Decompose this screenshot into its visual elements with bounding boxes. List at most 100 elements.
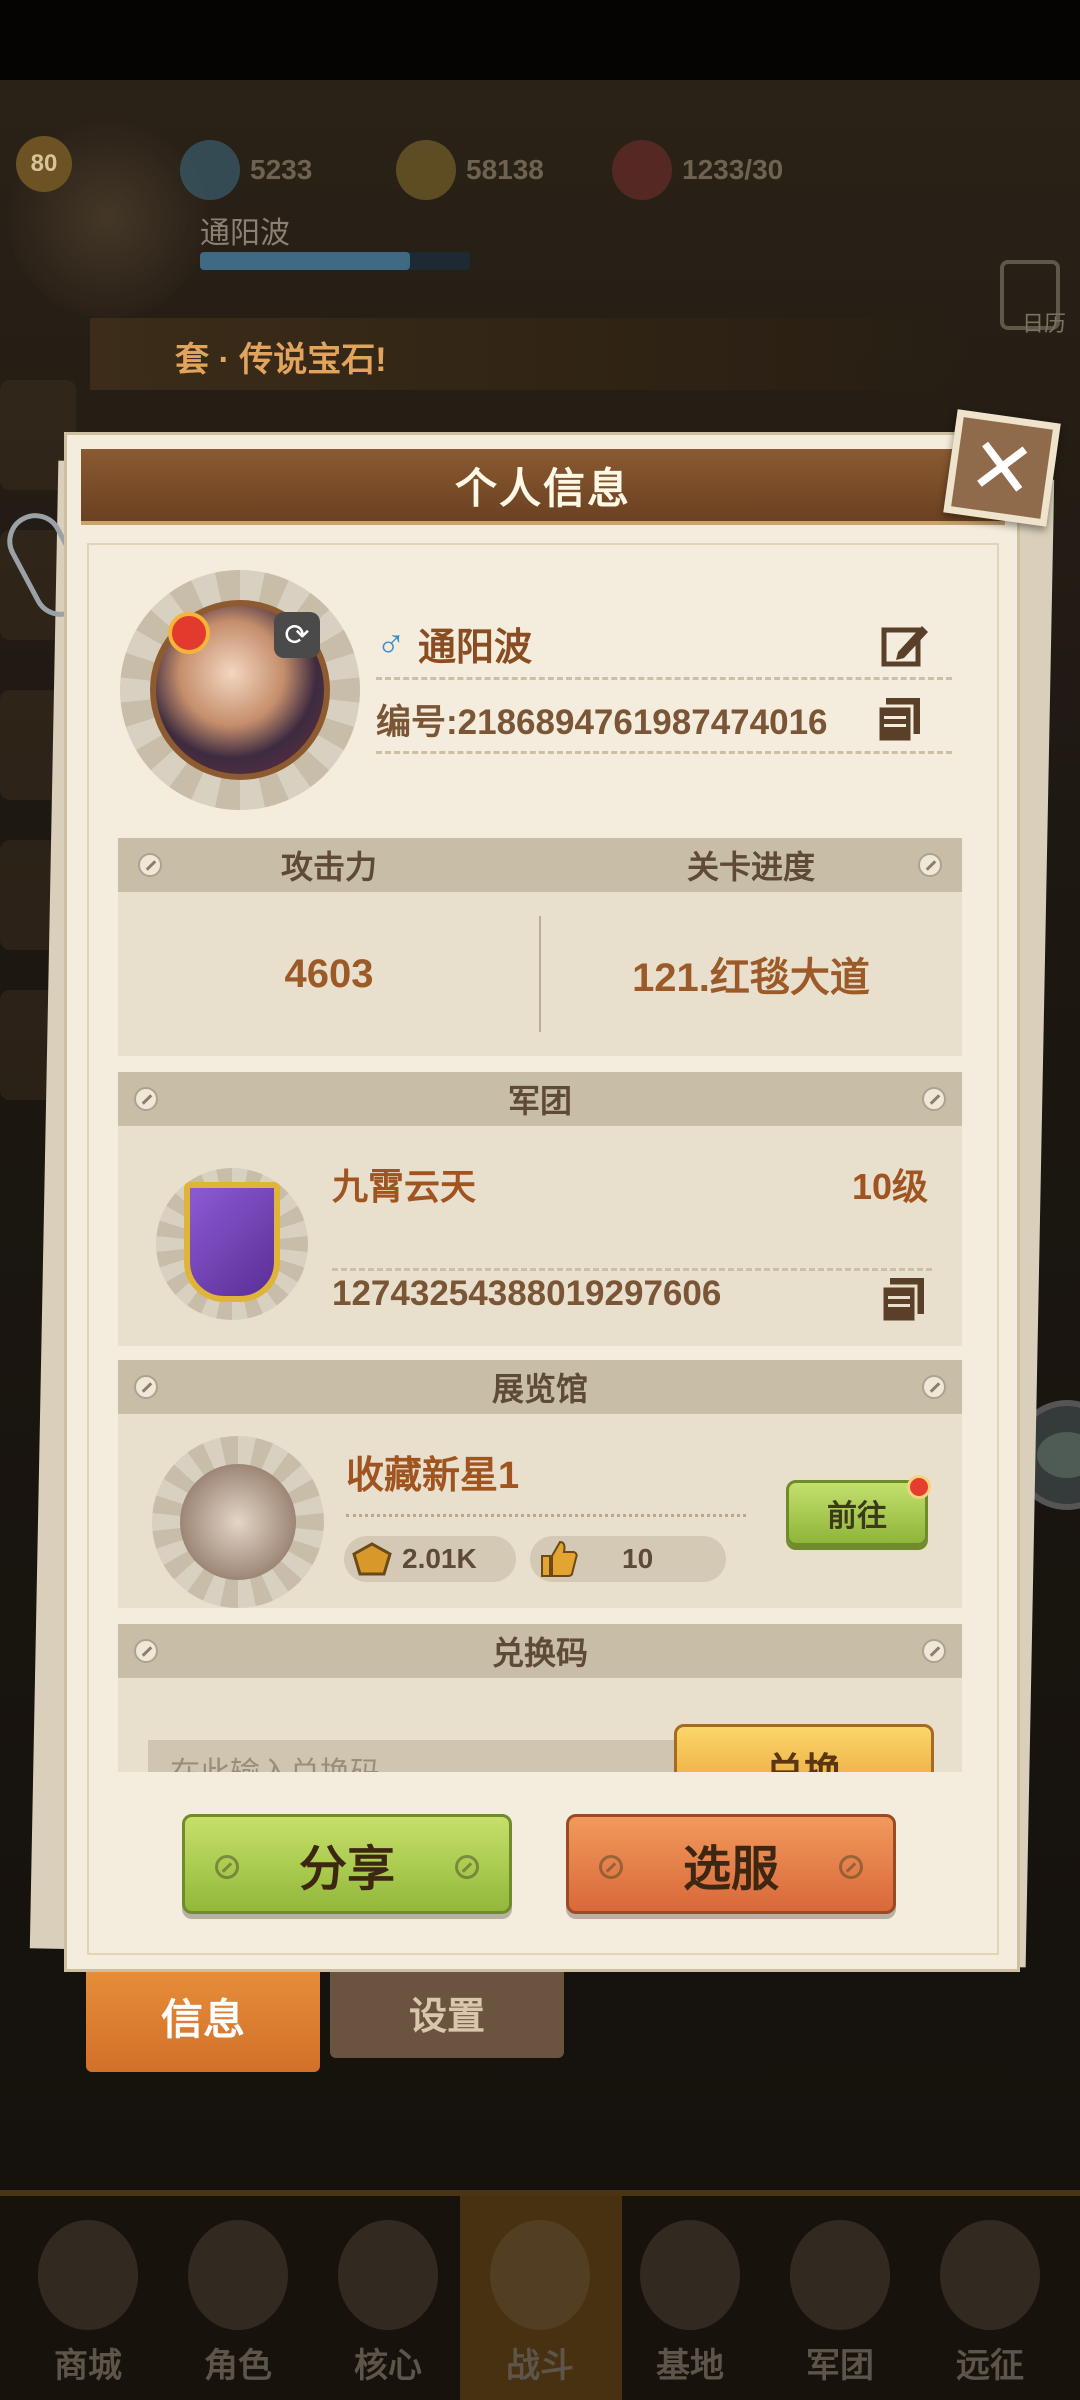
base-icon [640,2220,740,2330]
museum-score-pill: 2.01K [344,1536,516,1582]
pin-icon [134,1375,158,1399]
legion-title: 军团 [507,1083,572,1119]
legion-id: 1274325438801929760​6 [332,1274,722,1313]
nav-item-legion[interactable]: 军团 [770,2220,910,2390]
avatar-badge-icon [168,612,210,654]
event-banner-text: 套 · 传说宝石! [175,341,387,379]
nav-label-expedition: 远征 [956,2347,1024,2385]
pin-icon [922,1639,946,1663]
stage-progress-label: 关卡进度 [686,849,815,885]
battle-icon [490,2220,590,2330]
coin-count: 58138 [466,154,544,185]
stamina-count: 1233/30 [682,154,784,185]
notification-dot-icon [907,1475,931,1499]
hud-exp-bar [200,252,470,270]
attack-value: 4603 [284,951,374,996]
legion-section: 军团 九霄云天 10级 1274325438801929760​6 [118,1072,962,1346]
copy-legion-id-icon[interactable] [880,1276,926,1324]
nav-label-legion: 军团 [806,2347,874,2385]
popup-title-bar: 个人信息 [81,449,1005,525]
character-icon [188,2220,288,2330]
museum-header: 展览馆 [118,1360,962,1414]
legion-name: 九霄云天 [332,1166,477,1207]
museum-likes: 10 [622,1543,654,1574]
pin-icon [138,853,162,877]
nav-label-shop: 商城 [54,2347,122,2385]
close-icon: ✕ [963,419,1041,517]
gem-count: 5233 [250,154,313,185]
pin-icon [922,1375,946,1399]
share-button[interactable]: 分享 [182,1814,512,1914]
treasure-icon [348,1539,396,1579]
museum-title: 展览馆 [491,1371,588,1407]
coin-icon [396,140,456,200]
button-rivet-icon [599,1855,623,1879]
gem-resource[interactable]: 5233 [180,130,312,210]
nav-item-character[interactable]: 角色 [168,2220,308,2390]
popup-title: 个人信息 [454,464,631,512]
stats-section: 攻击力 关卡进度 4603 121.红毯大道 [118,838,962,1056]
nav-item-shop[interactable]: 商城 [18,2220,158,2390]
legion-header: 军团 [118,1072,962,1126]
legion-level: 10级 [851,1166,928,1207]
redeem-code-input[interactable]: 在此输入兑换码 [148,1740,678,1772]
player-id: 编号:2186894761987474016 [376,703,828,742]
calendar-label: 日历 [1021,311,1066,336]
swap-avatar-icon[interactable]: ⟳ [274,612,320,658]
nav-item-battle[interactable]: 战斗 [470,2220,610,2390]
nav-label-character: 角色 [204,2347,272,2385]
nav-item-core[interactable]: 核心 [318,2220,458,2390]
legion-icon [790,2220,890,2330]
museum-section: 展览馆 收藏新星1 2.01K 10 前往 [118,1360,962,1608]
legion-divider [332,1268,932,1271]
pin-icon [918,853,942,877]
stamina-resource[interactable]: 1233/30 [612,130,783,210]
nav-item-base[interactable]: 基地 [620,2220,760,2390]
tab-settings[interactable]: 设置 [330,1966,564,2058]
button-rivet-icon [455,1855,479,1879]
meat-icon [612,140,672,200]
expedition-icon [940,2220,1040,2330]
male-icon: ♂ [376,621,406,665]
copy-id-icon[interactable] [876,696,922,744]
redeem-button[interactable]: 兑换 [674,1724,934,1772]
select-server-label: 选服 [682,1843,779,1896]
nav-item-expedition[interactable]: 远征 [920,2220,1060,2390]
player-name-row: ♂ 通阳波 [376,610,952,680]
close-button[interactable]: ✕ [943,409,1061,527]
nav-label-base: 基地 [656,2347,724,2385]
pin-icon [922,1087,946,1111]
stats-body: 4603 121.红毯大道 [118,892,962,1056]
button-rivet-icon [839,1855,863,1879]
museum-rank-name: 收藏新星1 [346,1455,520,1497]
status-bar-area [0,0,1080,80]
pin-icon [134,1639,158,1663]
museum-go-button[interactable]: 前往 [786,1475,931,1546]
gem-icon [180,140,240,200]
hud-level-badge: 80 [16,136,72,192]
coin-resource[interactable]: 58138 [396,130,544,210]
museum-score: 2.01K [402,1543,477,1574]
thumbs-up-icon [534,1539,582,1579]
shop-icon [38,2220,138,2330]
button-rivet-icon [215,1855,239,1879]
museum-likes-pill: 10 [530,1536,726,1582]
tab-info[interactable]: 信息 [86,1960,320,2072]
core-icon [338,2220,438,2330]
player-name: 通阳波 [418,627,533,669]
share-label: 分享 [298,1843,395,1896]
pin-icon [134,1087,158,1111]
museum-go-label: 前往 [827,1500,887,1533]
hud-player-name: 通阳波 [200,217,290,250]
select-server-button[interactable]: 选服 [566,1814,896,1914]
legion-emblem-icon[interactable] [184,1182,280,1302]
museum-avatar [180,1464,296,1580]
attack-label: 攻击力 [280,849,377,885]
redeem-section: 兑换码 在此输入兑换码 兑换 [118,1624,962,1772]
stage-progress-value: 121.红毯大道 [632,956,870,1000]
redeem-header: 兑换码 [118,1624,962,1678]
stats-header: 攻击力 关卡进度 [118,838,962,892]
nav-label-core: 核心 [354,2347,422,2385]
edit-name-icon[interactable] [880,620,930,670]
redeem-title: 兑换码 [491,1635,588,1671]
